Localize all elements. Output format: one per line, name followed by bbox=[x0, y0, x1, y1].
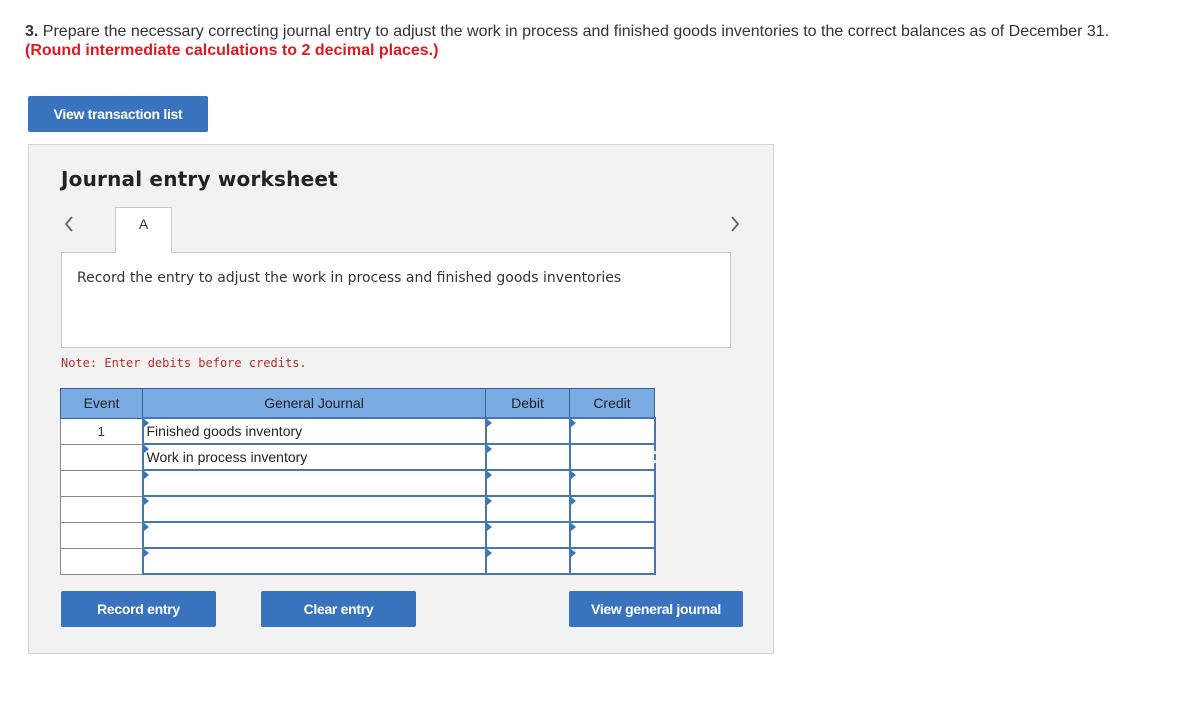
account-select[interactable] bbox=[141, 547, 487, 575]
account-select[interactable] bbox=[141, 469, 487, 497]
question-text: 3. Prepare the necessary correcting jour… bbox=[25, 22, 1125, 60]
credit-input[interactable] bbox=[568, 417, 656, 445]
table-row bbox=[60, 521, 656, 549]
table-row: 1 Finished goods inventory bbox=[60, 417, 656, 445]
dropdown-marker-icon bbox=[570, 497, 576, 505]
column-header-credit: Credit bbox=[569, 388, 655, 419]
account-select[interactable] bbox=[141, 521, 487, 549]
worksheet-title: Journal entry worksheet bbox=[61, 167, 338, 191]
view-transaction-list-button[interactable]: View transaction list bbox=[28, 96, 208, 132]
column-header-debit: Debit bbox=[485, 388, 570, 419]
clear-entry-button[interactable]: Clear entry bbox=[261, 591, 416, 627]
account-select[interactable] bbox=[141, 495, 487, 523]
debit-input[interactable] bbox=[484, 469, 571, 497]
debit-input[interactable] bbox=[484, 521, 571, 549]
event-cell bbox=[60, 547, 143, 575]
event-cell bbox=[60, 495, 143, 523]
tab-a[interactable]: A bbox=[115, 207, 172, 253]
dropdown-marker-icon bbox=[143, 549, 149, 557]
entry-description-text: Record the entry to adjust the work in p… bbox=[77, 270, 622, 286]
credit-input[interactable] bbox=[568, 495, 656, 523]
general-journal-table: Event General Journal Debit Credit 1 Fin… bbox=[60, 388, 656, 575]
dropdown-marker-icon bbox=[486, 549, 492, 557]
debit-input[interactable] bbox=[484, 495, 571, 523]
dropdown-marker-icon bbox=[486, 471, 492, 479]
chevron-right-icon[interactable] bbox=[725, 211, 745, 237]
table-row: Work in process inventory bbox=[60, 443, 656, 471]
dropdown-marker-icon bbox=[570, 419, 576, 427]
dropdown-marker-icon bbox=[486, 445, 492, 453]
dropdown-marker-icon bbox=[143, 471, 149, 479]
dropdown-marker-icon bbox=[570, 523, 576, 531]
credit-input[interactable] bbox=[568, 443, 656, 471]
table-header-row: Event General Journal Debit Credit bbox=[60, 388, 655, 419]
account-select[interactable]: Work in process inventory bbox=[141, 443, 487, 471]
view-general-journal-button[interactable]: View general journal bbox=[569, 591, 743, 627]
table-row bbox=[60, 469, 656, 497]
account-select[interactable]: Finished goods inventory bbox=[141, 417, 487, 445]
account-value: Work in process inventory bbox=[146, 449, 308, 465]
dropdown-marker-icon bbox=[486, 419, 492, 427]
debit-input[interactable] bbox=[484, 547, 571, 575]
chevron-left-icon[interactable] bbox=[59, 211, 79, 237]
rounding-note: (Round intermediate calculations to 2 de… bbox=[25, 42, 439, 59]
column-header-general-journal: General Journal bbox=[142, 388, 486, 419]
entry-description: Record the entry to adjust the work in p… bbox=[61, 252, 731, 348]
debits-before-credits-note: Note: Enter debits before credits. bbox=[61, 356, 307, 370]
credit-input[interactable] bbox=[568, 521, 656, 549]
event-cell bbox=[60, 443, 143, 471]
dropdown-marker-icon bbox=[486, 523, 492, 531]
dropdown-marker-icon bbox=[570, 471, 576, 479]
event-cell bbox=[60, 469, 143, 497]
question-number: 3. bbox=[25, 23, 39, 40]
event-cell: 1 bbox=[60, 417, 143, 445]
account-value: Finished goods inventory bbox=[146, 423, 303, 439]
credit-input[interactable] bbox=[568, 547, 656, 575]
table-row bbox=[60, 495, 656, 523]
dropdown-marker-icon bbox=[143, 497, 149, 505]
column-header-event: Event bbox=[60, 388, 143, 419]
dropdown-marker-icon bbox=[486, 497, 492, 505]
debit-input[interactable] bbox=[484, 443, 571, 471]
record-entry-button[interactable]: Record entry bbox=[61, 591, 216, 627]
dropdown-marker-icon bbox=[570, 549, 576, 557]
table-row bbox=[60, 547, 656, 575]
dropdown-marker-icon bbox=[143, 523, 149, 531]
question-body: Prepare the necessary correcting journal… bbox=[42, 23, 1110, 40]
credit-input[interactable] bbox=[568, 469, 656, 497]
debit-input[interactable] bbox=[484, 417, 571, 445]
event-cell bbox=[60, 521, 143, 549]
